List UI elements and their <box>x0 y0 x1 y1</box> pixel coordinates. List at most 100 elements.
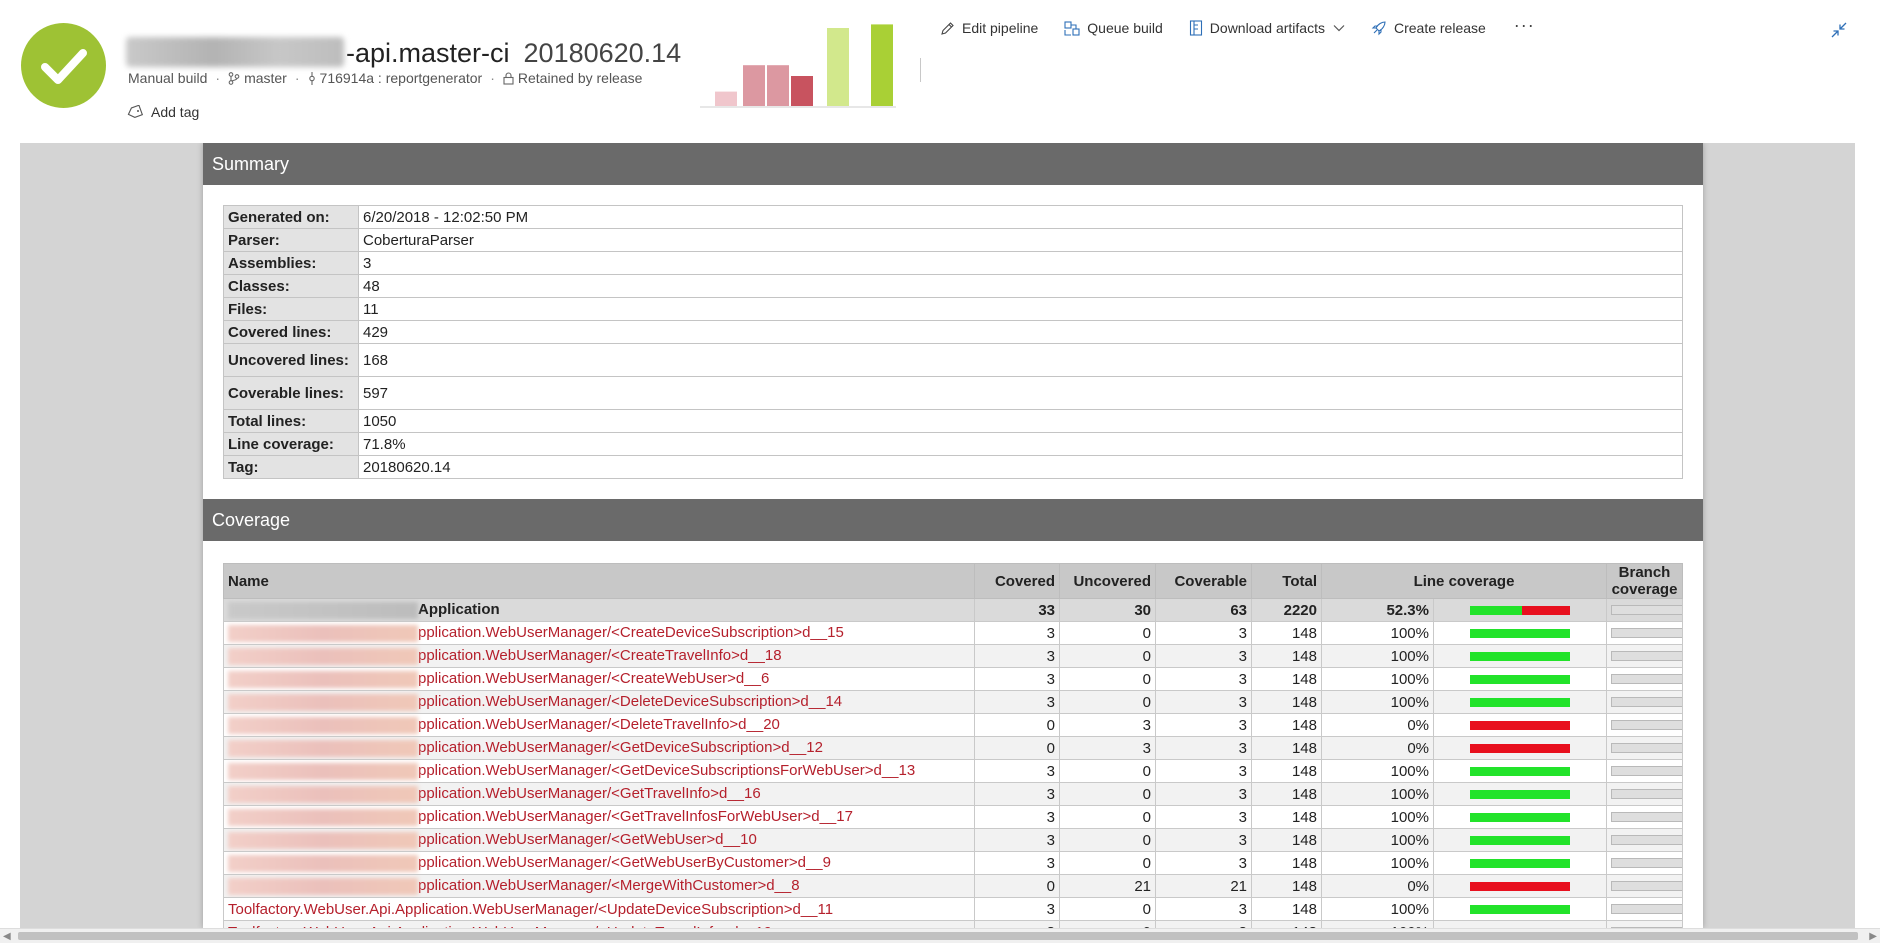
class-name[interactable]: pplication.WebUserManager/<GetWebUser>d_… <box>418 831 757 848</box>
coverage-table: NameCoveredUncoveredCoverableTotalLine c… <box>223 563 1683 928</box>
class-link[interactable]: pplication.WebUserManager/<GetDeviceSubs… <box>224 760 975 783</box>
column-header[interactable]: Total <box>1252 564 1322 599</box>
class-name[interactable]: pplication.WebUserManager/<GetTravelInfo… <box>418 785 761 802</box>
coverage-bar <box>1470 606 1570 615</box>
assembly-name[interactable]: Application <box>224 599 975 622</box>
column-header[interactable]: Covered <box>975 564 1060 599</box>
branch-coverage-bar <box>1607 875 1683 898</box>
class-name[interactable]: pplication.WebUserManager/<GetDeviceSubs… <box>418 739 823 756</box>
class-link[interactable]: Toolfactory.WebUser.Api.Application.WebU… <box>224 898 975 921</box>
class-name[interactable]: pplication.WebUserManager/<MergeWithCust… <box>418 877 800 894</box>
class-name[interactable]: Toolfactory.WebUser.Api.Application.WebU… <box>228 901 833 918</box>
column-header[interactable]: Line coverage <box>1322 564 1607 599</box>
class-name[interactable]: pplication.WebUserManager/<CreateTravelI… <box>418 647 782 664</box>
line-coverage-bar <box>1434 668 1607 691</box>
coverable-count: 3 <box>1156 783 1252 806</box>
uncovered-segment <box>1470 882 1570 891</box>
scroll-right-arrow-icon[interactable]: ▶ <box>1869 931 1877 942</box>
history-bar[interactable] <box>767 65 789 106</box>
class-link[interactable]: Toolfactory.WebUser.Api.Application.WebU… <box>224 921 975 929</box>
line-coverage-percent: 100% <box>1322 622 1434 645</box>
class-link[interactable]: pplication.WebUserManager/<GetTravelInfo… <box>224 783 975 806</box>
tag-icon <box>127 105 143 119</box>
download-artifacts-button[interactable]: Download artifacts <box>1189 20 1345 36</box>
class-name[interactable]: pplication.WebUserManager/<GetWebUserByC… <box>418 854 831 871</box>
total-count: 148 <box>1252 714 1322 737</box>
redacted-namespace <box>228 855 418 872</box>
class-link[interactable]: pplication.WebUserManager/<CreateWebUser… <box>224 668 975 691</box>
class-link[interactable]: pplication.WebUserManager/<MergeWithCust… <box>224 875 975 898</box>
artifacts-icon <box>1189 20 1203 36</box>
create-release-button[interactable]: Create release <box>1371 20 1486 36</box>
line-coverage-percent: 100% <box>1322 783 1434 806</box>
coverage-bar <box>1470 790 1570 799</box>
coverable-count: 3 <box>1156 760 1252 783</box>
history-bar[interactable] <box>791 76 813 106</box>
covered-segment <box>1470 790 1570 799</box>
line-coverage-bar <box>1434 760 1607 783</box>
add-tag-button[interactable]: Add tag <box>127 104 199 120</box>
line-coverage-percent: 100% <box>1322 829 1434 852</box>
queue-build-button[interactable]: Queue build <box>1064 20 1163 36</box>
summary-value: 429 <box>359 321 1683 344</box>
class-name[interactable]: pplication.WebUserManager/<CreateWebUser… <box>418 670 769 687</box>
commit-link[interactable]: 716914a : reportgenerator <box>320 70 483 86</box>
branch-coverage-bar <box>1607 691 1683 714</box>
history-bar[interactable] <box>715 92 737 106</box>
class-link[interactable]: pplication.WebUserManager/<GetTravelInfo… <box>224 806 975 829</box>
class-row: pplication.WebUserManager/<MergeWithCust… <box>224 875 1683 898</box>
summary-key: Generated on: <box>224 206 359 229</box>
class-name[interactable]: pplication.WebUserManager/<CreateDeviceS… <box>418 624 844 641</box>
covered-segment <box>1470 698 1570 707</box>
class-link[interactable]: pplication.WebUserManager/<GetWebUserByC… <box>224 852 975 875</box>
class-row: pplication.WebUserManager/<CreateWebUser… <box>224 668 1683 691</box>
summary-value: 11 <box>359 298 1683 321</box>
class-name[interactable]: pplication.WebUserManager/<GetDeviceSubs… <box>418 762 915 779</box>
branch-link[interactable]: master <box>244 70 287 86</box>
create-release-label: Create release <box>1394 20 1486 36</box>
covered-count: 3 <box>975 852 1060 875</box>
class-row: pplication.WebUserManager/<CreateDeviceS… <box>224 622 1683 645</box>
history-bar[interactable] <box>871 24 893 106</box>
build-history-chart[interactable] <box>700 20 896 110</box>
rocket-icon <box>1371 20 1387 36</box>
empty-coverage-bar <box>1611 628 1682 638</box>
class-name[interactable]: pplication.WebUserManager/<DeleteTravelI… <box>418 716 780 733</box>
total-count: 148 <box>1252 691 1322 714</box>
horizontal-scrollbar[interactable]: ◀ ▶ <box>0 928 1880 943</box>
edit-pipeline-button[interactable]: Edit pipeline <box>940 20 1038 36</box>
history-bar[interactable] <box>827 28 849 106</box>
class-link[interactable]: pplication.WebUserManager/<CreateTravelI… <box>224 645 975 668</box>
uncovered-count: 0 <box>1060 760 1156 783</box>
coverage-report-frame[interactable]: Summary Generated on:6/20/2018 - 12:02:5… <box>20 143 1855 928</box>
branch-coverage-bar <box>1607 599 1683 622</box>
history-bar[interactable] <box>743 65 765 106</box>
covered-segment <box>1470 859 1570 868</box>
more-actions-button[interactable]: ··· <box>1514 15 1535 36</box>
column-header[interactable]: Name <box>224 564 975 599</box>
column-header[interactable]: Coverable <box>1156 564 1252 599</box>
line-coverage-percent: 100% <box>1322 760 1434 783</box>
redacted-title-prefix <box>126 37 344 67</box>
scroll-left-arrow-icon[interactable]: ◀ <box>3 931 11 942</box>
covered-segment <box>1470 813 1570 822</box>
class-link[interactable]: pplication.WebUserManager/<CreateDeviceS… <box>224 622 975 645</box>
empty-coverage-bar <box>1611 858 1682 868</box>
class-link[interactable]: pplication.WebUserManager/<DeleteTravelI… <box>224 714 975 737</box>
branch-coverage-bar <box>1607 783 1683 806</box>
assembly-row[interactable]: Application333063222052.3% <box>224 599 1683 622</box>
column-header[interactable]: Branch coverage <box>1607 564 1683 599</box>
empty-coverage-bar <box>1611 881 1682 891</box>
line-coverage-percent: 0% <box>1322 714 1434 737</box>
class-name[interactable]: pplication.WebUserManager/<GetTravelInfo… <box>418 808 853 825</box>
class-link[interactable]: pplication.WebUserManager/<GetWebUser>d_… <box>224 829 975 852</box>
class-name[interactable]: pplication.WebUserManager/<DeleteDeviceS… <box>418 693 842 710</box>
branch-coverage-bar <box>1607 829 1683 852</box>
collapse-icon[interactable] <box>1830 21 1848 39</box>
class-link[interactable]: pplication.WebUserManager/<DeleteDeviceS… <box>224 691 975 714</box>
class-link[interactable]: pplication.WebUserManager/<GetDeviceSubs… <box>224 737 975 760</box>
header-divider <box>920 58 921 82</box>
scrollbar-thumb[interactable] <box>18 932 1858 940</box>
column-header[interactable]: Uncovered <box>1060 564 1156 599</box>
class-row: pplication.WebUserManager/<GetWebUserByC… <box>224 852 1683 875</box>
